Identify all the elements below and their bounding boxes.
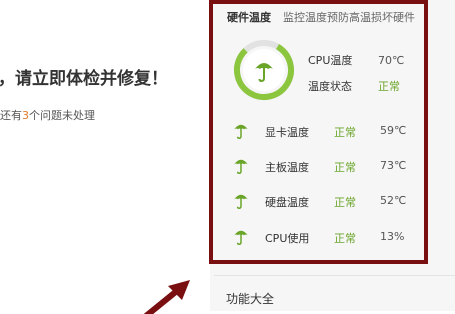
- umbrella-icon: [234, 124, 248, 139]
- hardware-row-status: 正常: [334, 232, 356, 245]
- cpu-temp-label: CPU温度: [308, 54, 353, 67]
- hardware-row-status: 正常: [334, 196, 356, 209]
- hardware-row-gpu: 显卡温度 正常 59℃: [232, 121, 412, 141]
- hardware-row-label: 硬盘温度: [265, 196, 309, 209]
- hardware-row-value: 59℃: [380, 124, 407, 137]
- pending-issues-prefix: 还有: [0, 109, 22, 122]
- temp-status-row: 温度状态 正常: [308, 78, 400, 94]
- temp-status-label: 温度状态: [308, 80, 352, 93]
- hardware-row-motherboard: 主板温度 正常 73℃: [232, 156, 412, 176]
- main-content-pane: ，请立即体检并修复！ 还有3个问题未处理: [0, 0, 210, 311]
- temp-status-value: 正常: [378, 80, 400, 93]
- hardware-row-status: 正常: [334, 126, 356, 139]
- cpu-temp-gauge: [234, 40, 294, 100]
- hardware-row-label: 主板温度: [265, 161, 309, 174]
- pending-issues-count: 3: [22, 109, 29, 122]
- umbrella-icon: [234, 230, 248, 245]
- hardware-temp-title: 硬件温度: [227, 11, 271, 24]
- pending-issues-text: 还有3个问题未处理: [0, 107, 95, 123]
- cpu-temp-value: 70℃: [378, 54, 405, 67]
- hardware-temp-description: 监控温度预防高温损坏硬件: [283, 11, 415, 24]
- hardware-row-cpu-usage: CPU使用 正常 13%: [232, 227, 412, 247]
- hardware-temp-header: 硬件温度 监控温度预防高温损坏硬件: [227, 9, 415, 27]
- annotation-arrow: [144, 280, 190, 314]
- checkup-warning-title: ，请立即体检并修复！: [0, 69, 168, 89]
- hardware-row-status: 正常: [334, 161, 356, 174]
- hardware-row-label: 显卡温度: [265, 126, 309, 139]
- umbrella-icon: [234, 159, 248, 174]
- umbrella-icon: [234, 194, 248, 209]
- cpu-temp-row: CPU温度 70℃: [308, 52, 404, 68]
- hardware-row-label: CPU使用: [265, 232, 310, 245]
- hardware-row-disk: 硬盘温度 正常 52℃: [232, 191, 412, 211]
- hardware-row-value: 13%: [380, 230, 405, 243]
- feature-center-title[interactable]: 功能大全: [226, 290, 274, 307]
- pending-issues-suffix: 个问题未处理: [29, 109, 95, 122]
- hardware-row-value: 73℃: [380, 159, 407, 172]
- section-divider: [214, 275, 455, 276]
- hardware-row-value: 52℃: [380, 194, 407, 207]
